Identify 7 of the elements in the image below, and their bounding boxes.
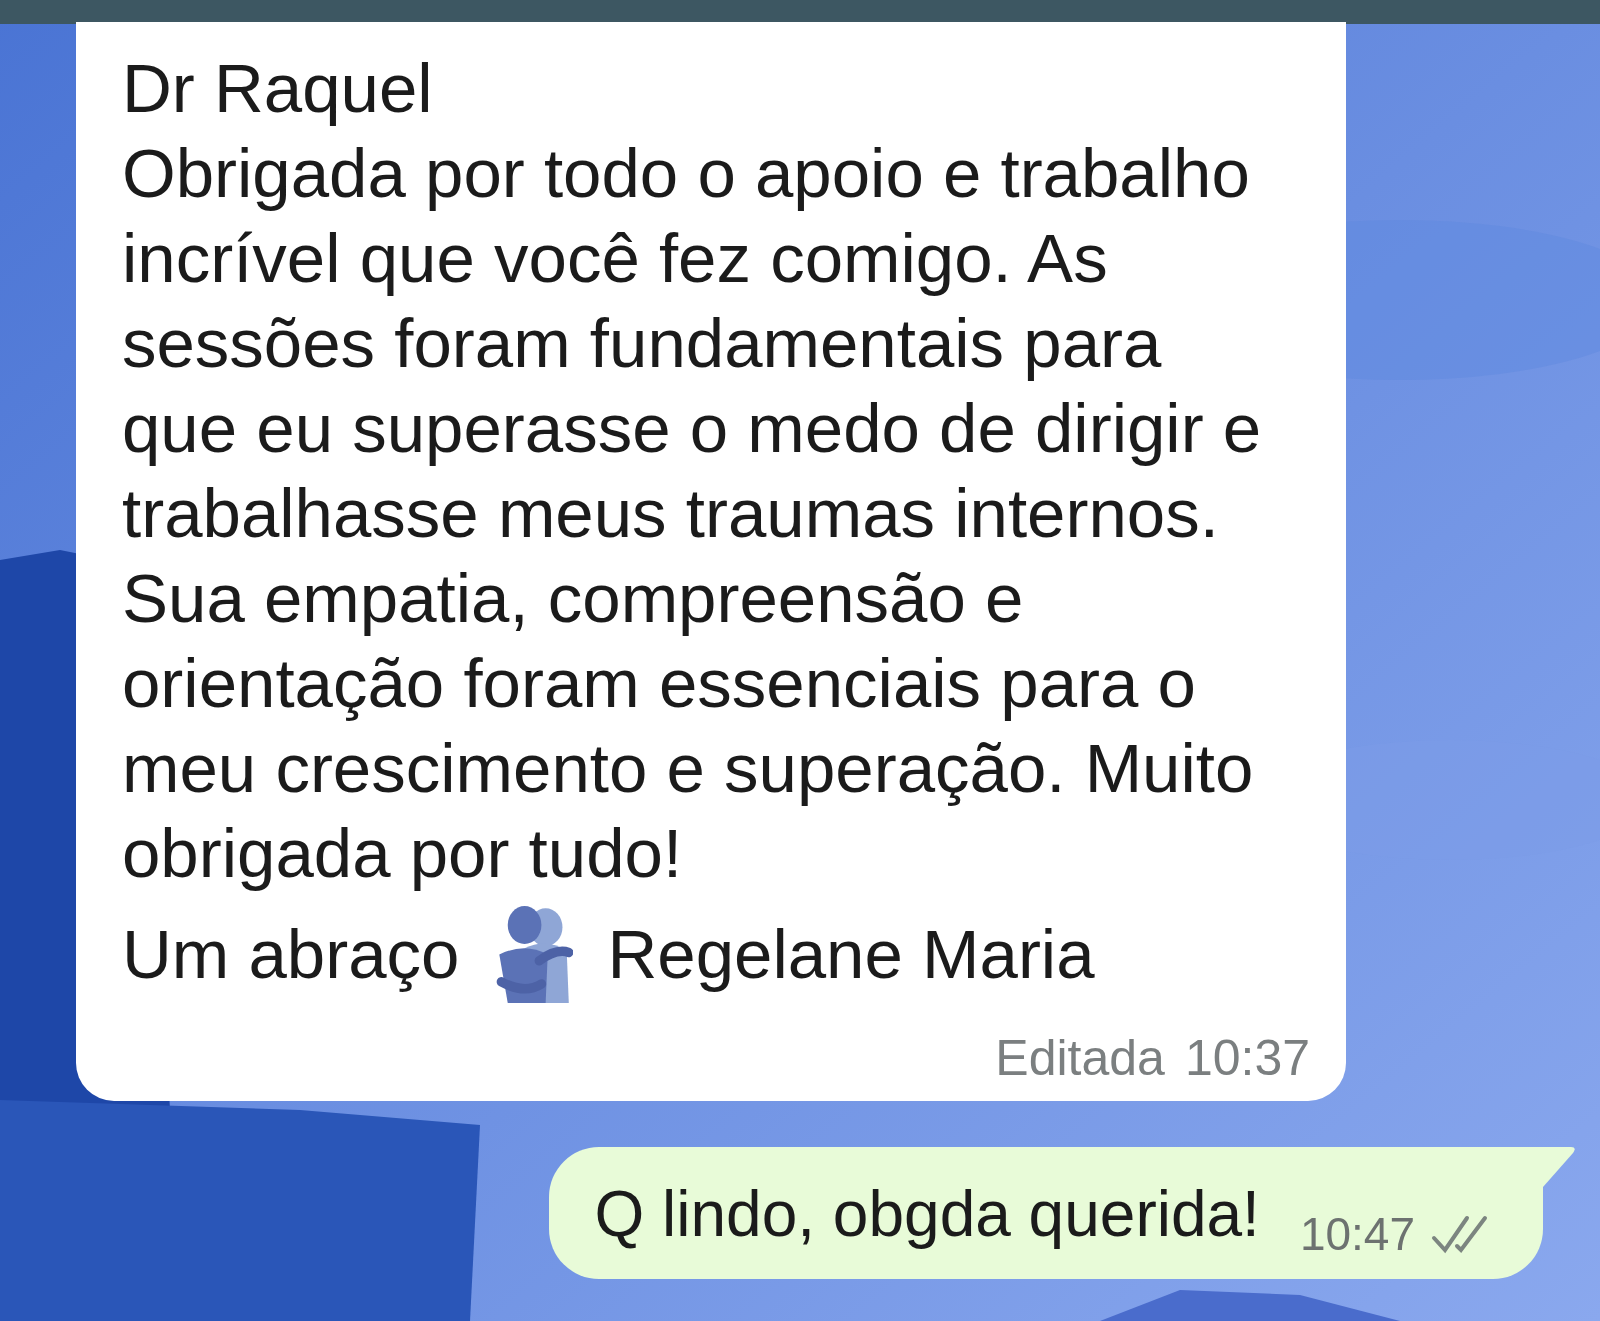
message-time: 10:47: [1299, 1207, 1415, 1261]
edited-label: Editada: [995, 1029, 1165, 1087]
message-text: Q lindo, obgda querida!: [594, 1177, 1260, 1251]
sender-name: Regelane Maria: [607, 915, 1095, 995]
message-time: 10:37: [1184, 1029, 1310, 1087]
message-text: Dr Raquel Obrigada por todo o apoio e trabalho incrível que você fez comigo. As sessões foram fundamentais para que eu superasse o medo de dirigir e trabalhasse meus traumas internos. Sua empatia, compreensão e orientação foram essenciais para o meu crescimento e superação. Muito obrigada por tudo!: [122, 49, 1263, 894]
closing-text: Um abraço: [122, 915, 460, 995]
